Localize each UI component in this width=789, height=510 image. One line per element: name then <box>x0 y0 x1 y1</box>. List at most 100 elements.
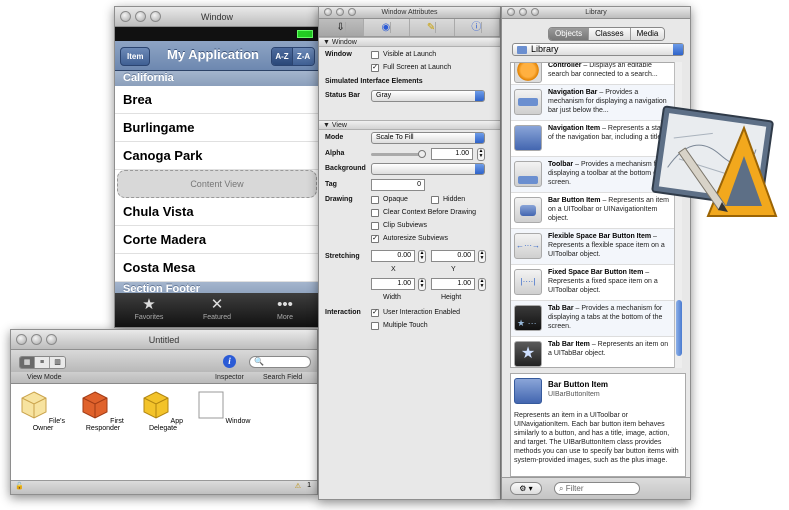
stretch-x-field[interactable]: 0.00 <box>371 250 415 262</box>
alpha-slider-knob[interactable] <box>418 150 426 158</box>
background-label: Background <box>325 165 366 172</box>
tab-featured[interactable]: ✕ Featured <box>183 293 251 327</box>
warning-icon[interactable]: ⚠ <box>295 482 301 490</box>
minimize-button[interactable] <box>31 334 42 345</box>
filter-search-field[interactable]: ⌕ Filter <box>554 482 640 495</box>
alpha-stepper[interactable]: ▲ ▼ <box>477 148 485 161</box>
list-item[interactable]: ←···→ Flexible Space Bar Button Item – Re… <box>511 229 677 265</box>
clip-subviews-checkbox[interactable] <box>371 222 379 230</box>
iphone-window-titlebar[interactable]: Window <box>115 7 319 27</box>
info-icon[interactable]: i <box>223 355 236 368</box>
multiple-touch-checkbox[interactable] <box>371 322 379 330</box>
view-mode-control[interactable]: ▦ ≡ ▥ <box>19 356 66 369</box>
document-window-titlebar[interactable]: Untitled <box>11 330 317 350</box>
ruler-icon: ✎ <box>426 22 437 33</box>
scrollbar-thumb[interactable] <box>676 300 682 356</box>
close-button[interactable] <box>16 334 27 345</box>
gear-icon[interactable]: ⚙ ▾ <box>510 482 542 495</box>
first-responder-object[interactable]: First Responder <box>73 391 133 432</box>
section-window-header[interactable]: ▼ Window <box>319 37 500 47</box>
inspector-titlebar[interactable]: Window Attributes <box>319 7 500 19</box>
user-interaction-checkbox[interactable]: ✓ <box>371 309 379 317</box>
stretching-label: Stretching <box>325 253 360 260</box>
opaque-checkbox[interactable] <box>371 196 379 204</box>
table-row[interactable]: Corte Madera <box>115 226 319 254</box>
table-row[interactable]: Brea <box>115 86 319 114</box>
alpha-field[interactable]: 1.00 <box>431 148 473 160</box>
nav-item-button[interactable]: Item <box>120 47 151 66</box>
width-label: Width <box>383 294 401 301</box>
full-screen-checkbox[interactable]: ✓ <box>371 64 379 72</box>
mode-popup[interactable]: Scale To Fill <box>371 132 485 144</box>
table-row[interactable]: Burlingame <box>115 114 319 142</box>
tag-label: Tag <box>325 181 337 188</box>
tab-attributes[interactable]: ⇩ <box>319 19 365 36</box>
stretch-height-stepper[interactable]: ▲ ▼ <box>478 278 486 291</box>
sort-az-segment[interactable]: A-Z <box>272 48 293 65</box>
tab-identity[interactable]: ⓘ <box>455 19 500 36</box>
table-row[interactable]: Costa Mesa <box>115 254 319 282</box>
minimize-button[interactable] <box>336 8 344 16</box>
tab-favorites[interactable]: ★ Favorites <box>115 293 183 327</box>
list-item[interactable]: Controller – Displays an editable search… <box>511 63 677 85</box>
library-segmented-control[interactable]: Objects Classes Media <box>548 27 666 41</box>
app-delegate-object[interactable]: App Delegate <box>133 391 193 432</box>
stretch-y-stepper[interactable]: ▲ ▼ <box>478 250 486 263</box>
tab-media[interactable]: Media <box>630 28 665 40</box>
library-titlebar[interactable]: Library <box>502 7 690 19</box>
status-bar-popup[interactable]: Gray <box>371 90 485 102</box>
list-item[interactable]: |····| Fixed Space Bar Button Item – Repr… <box>511 265 677 301</box>
stretch-height-field[interactable]: 1.00 <box>431 278 475 290</box>
battery-icon <box>297 30 313 38</box>
minimize-button[interactable] <box>135 11 146 22</box>
minimize-button[interactable] <box>519 8 527 16</box>
alpha-slider[interactable] <box>371 153 425 156</box>
stretch-y-field[interactable]: 0.00 <box>431 250 475 262</box>
height-label: Height <box>441 294 462 301</box>
sort-segmented-control[interactable]: A-Z Z-A <box>271 47 315 66</box>
table-row[interactable]: Chula Vista <box>115 198 319 226</box>
tab-more[interactable]: ••• More <box>251 293 319 327</box>
visible-at-launch-checkbox[interactable] <box>371 51 379 59</box>
stretch-width-stepper[interactable]: ▲ ▼ <box>418 278 426 291</box>
close-button[interactable] <box>120 11 131 22</box>
inspector-tabs: ⇩ ◉ ✎ ⓘ <box>319 19 500 37</box>
files-owner-object[interactable]: File's Owner <box>13 391 73 432</box>
window-controls <box>120 11 161 22</box>
window-object[interactable]: Window <box>194 391 254 425</box>
list-item[interactable]: ★ ··· Tab Bar – Provides a mechanism for … <box>511 301 677 337</box>
navigation-bar-icon <box>514 89 542 115</box>
tab-objects[interactable]: Objects <box>549 28 590 40</box>
tab-size[interactable]: ✎ <box>410 19 455 36</box>
zoom-button[interactable] <box>46 334 57 345</box>
close-button[interactable] <box>324 8 332 16</box>
tag-field[interactable]: 0 <box>371 179 425 191</box>
search-field[interactable]: 🔍 <box>249 356 311 368</box>
stretch-x-stepper[interactable]: ▲ ▼ <box>418 250 426 263</box>
autoresize-subviews-checkbox[interactable]: ✓ <box>371 235 379 243</box>
zoom-button[interactable] <box>348 8 356 16</box>
close-button[interactable] <box>507 8 515 16</box>
list-view-segment[interactable]: ≡ <box>35 357 50 368</box>
icon-view-segment[interactable]: ▦ <box>20 357 35 368</box>
tab-connections[interactable]: ◉ <box>364 19 410 36</box>
clear-context-checkbox[interactable] <box>371 209 379 217</box>
library-popup[interactable]: Library <box>512 43 684 56</box>
content-view-placeholder[interactable]: Content View <box>117 170 317 198</box>
column-view-segment[interactable]: ▥ <box>50 357 65 368</box>
background-color-well[interactable] <box>371 163 485 175</box>
sort-za-segment[interactable]: Z-A <box>293 48 314 65</box>
lock-icon[interactable]: 🔓 <box>15 482 24 490</box>
zoom-button[interactable] <box>150 11 161 22</box>
list-item[interactable]: ★ Tab Bar Item – Represents an item on a … <box>511 337 677 367</box>
section-view-header[interactable]: ▼ View <box>319 120 500 130</box>
hidden-checkbox[interactable] <box>431 196 439 204</box>
stretch-width-field[interactable]: 1.00 <box>371 278 415 290</box>
table-row[interactable]: Canoga Park <box>115 142 319 170</box>
autoresize-subviews-label: Autoresize Subviews <box>383 235 448 242</box>
tab-classes[interactable]: Classes <box>589 28 631 40</box>
inspector-title: Window Attributes <box>381 9 438 16</box>
zoom-button[interactable] <box>531 8 539 16</box>
item-title: Bar Button Item <box>548 197 601 204</box>
navigation-bar[interactable]: Item My Application A-Z Z-A <box>115 41 319 71</box>
